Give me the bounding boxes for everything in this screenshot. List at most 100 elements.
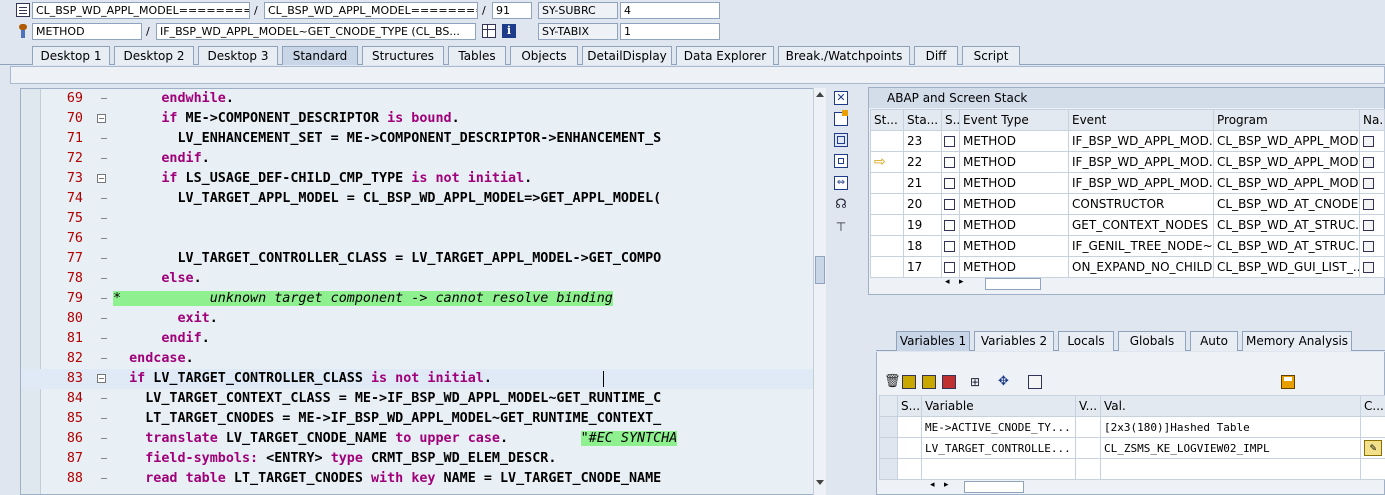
column-header[interactable]: [879, 395, 898, 417]
maximize-icon[interactable]: [834, 154, 848, 168]
variable-name[interactable]: ME->ACTIVE_CNODE_TY...: [921, 416, 1076, 438]
tab-variables-1[interactable]: Variables 1: [896, 331, 970, 351]
code-line[interactable]: 70 − if ME->COMPONENT_DESCRIPTOR is bound…: [21, 109, 825, 129]
hscroll-thumb[interactable]: [964, 481, 1024, 493]
column-header[interactable]: Variable: [921, 395, 1076, 417]
code-line[interactable]: 75: [21, 209, 825, 229]
column-header[interactable]: S...: [897, 395, 922, 417]
scroll-right-icon[interactable]: ▸: [959, 277, 964, 287]
event-field[interactable]: IF_BSP_WD_APPL_MODEL~GET_CNODE_TYPE (CL_…: [156, 23, 476, 40]
save-icon[interactable]: [1281, 375, 1295, 389]
code-line[interactable]: 84 LV_TARGET_CONTEXT_CLASS = ME->IF_BSP_…: [21, 389, 825, 409]
code-line[interactable]: 85 LT_TARGET_CNODES = ME->IF_BSP_WD_APPL…: [21, 409, 825, 429]
code-line[interactable]: 87 field-symbols: <ENTRY> type CRMT_BSP_…: [21, 449, 825, 469]
stack-row[interactable]: 20 METHOD CONSTRUCTOR CL_BSP_WD_AT_CNODE...: [870, 193, 1385, 215]
code-line[interactable]: 79 * unknown target component -> cannot r…: [21, 289, 825, 309]
navigate-icon[interactable]: [1359, 235, 1385, 257]
column-header[interactable]: Sta...: [903, 109, 942, 131]
tab-structures[interactable]: Structures: [362, 46, 444, 65]
save-vars-icon[interactable]: [942, 375, 956, 389]
hierarchy-vars-icon[interactable]: ⊞: [970, 375, 984, 389]
variable-row[interactable]: [879, 458, 1385, 480]
tab-variables-2[interactable]: Variables 2: [974, 331, 1054, 351]
change-cell[interactable]: ✎: [1360, 437, 1385, 459]
scroll-left-icon[interactable]: ◂: [930, 480, 935, 490]
column-header[interactable]: V...: [1075, 395, 1101, 417]
code-line[interactable]: 86 translate LV_TARGET_CNODE_NAME to upp…: [21, 429, 825, 449]
tab-auto[interactable]: Auto: [1190, 331, 1238, 351]
column-header[interactable]: Val.: [1100, 395, 1361, 417]
stack-row[interactable]: ⇨ 22 METHOD IF_BSP_WD_APPL_MOD... CL_BSP_WD_…: [870, 151, 1385, 173]
tab-diff[interactable]: Diff: [914, 46, 958, 65]
fold-toggle-icon[interactable]: −: [97, 374, 106, 383]
fold-toggle-icon[interactable]: −: [97, 174, 106, 183]
tab-detaildisplay[interactable]: DetailDisplay: [582, 46, 672, 65]
tab-tables[interactable]: Tables: [448, 46, 506, 65]
navigate-icon[interactable]: [1359, 151, 1385, 173]
tab-desktop-2[interactable]: Desktop 2: [114, 46, 194, 65]
scroll-down-icon[interactable]: [816, 480, 824, 485]
tab-desktop-3[interactable]: Desktop 3: [198, 46, 278, 65]
code-line[interactable]: 74 LV_TARGET_APPL_MODEL = CL_BSP_WD_APPL…: [21, 189, 825, 209]
include-field[interactable]: CL_BSP_WD_APPL_MODEL==========...: [264, 2, 478, 19]
new-window-icon[interactable]: [834, 110, 848, 126]
variable-row[interactable]: ME->ACTIVE_CNODE_TY... [2x3(180)]Hashed T…: [879, 416, 1385, 438]
column-header[interactable]: Program: [1213, 109, 1360, 131]
column-header[interactable]: Event: [1068, 109, 1214, 131]
code-line[interactable]: 71 LV_ENHANCEMENT_SET = ME->COMPONENT_DE…: [21, 129, 825, 149]
column-header[interactable]: Na..: [1359, 109, 1385, 131]
stack-hscroll[interactable]: ◂ ▸: [941, 277, 1041, 291]
code-line[interactable]: 69 endwhile.: [21, 89, 825, 109]
program-field[interactable]: CL_BSP_WD_APPL_MODEL==========...: [32, 2, 250, 19]
fold-toggle-icon[interactable]: −: [97, 114, 106, 123]
code-line[interactable]: 72 endif.: [21, 149, 825, 169]
navigate-icon[interactable]: [1359, 214, 1385, 236]
column-header[interactable]: C...: [1360, 395, 1385, 417]
source-editor[interactable]: 69 endwhile. 70 − if ME->COMPONENT_DESCRIP…: [20, 88, 826, 495]
tab-script[interactable]: Script: [962, 46, 1020, 65]
tab-data-explorer[interactable]: Data Explorer: [676, 46, 774, 65]
column-header[interactable]: Event Type: [959, 109, 1069, 131]
code-line[interactable]: 81 endif.: [21, 329, 825, 349]
code-line[interactable]: 76: [21, 229, 825, 249]
tab-globals[interactable]: Globals: [1118, 331, 1186, 351]
hscroll-thumb[interactable]: [985, 278, 1041, 290]
variable-row[interactable]: LV_TARGET_CONTROLLE... CL_ZSMS_KE_LOGVIEW…: [879, 437, 1385, 459]
scroll-up-icon[interactable]: [816, 92, 824, 97]
headset-icon[interactable]: ☊: [834, 198, 848, 212]
code-line[interactable]: 80 exit.: [21, 309, 825, 329]
code-line[interactable]: 78 else.: [21, 269, 825, 289]
column-header[interactable]: S..: [941, 109, 960, 131]
line-field[interactable]: 91: [492, 2, 532, 19]
code-line[interactable]: 73 − if LS_USAGE_DEF-CHILD_CMP_TYPE is no…: [21, 169, 825, 189]
layout-icon[interactable]: [834, 133, 848, 147]
scroll-thumb[interactable]: [815, 256, 825, 284]
tab-watchpoints[interactable]: Break./Watchpoints: [778, 46, 910, 65]
scroll-right-icon[interactable]: ▸: [944, 480, 949, 490]
tab-locals[interactable]: Locals: [1058, 331, 1114, 351]
vars-hscroll[interactable]: ◂ ▸: [928, 480, 1028, 494]
editor-scrollbar[interactable]: [813, 88, 826, 495]
variable-name[interactable]: LV_TARGET_CONTROLLE...: [921, 437, 1076, 459]
folder-icon[interactable]: [1028, 375, 1042, 389]
stack-row[interactable]: 17 METHOD ON_EXPAND_NO_CHILD... CL_BSP_WD_G…: [870, 256, 1385, 278]
scroll-left-icon[interactable]: ◂: [945, 277, 950, 287]
import-icon[interactable]: [902, 375, 916, 389]
delete-icon[interactable]: 🗑: [884, 375, 901, 389]
stack-row[interactable]: 18 METHOD IF_GENIL_TREE_NODE~... CL_BSP_WD_…: [870, 235, 1385, 257]
navigate-icon[interactable]: [1359, 130, 1385, 152]
stack-row[interactable]: 21 METHOD IF_BSP_WD_APPL_MOD... CL_BSP_WD_A…: [870, 172, 1385, 194]
navigate-icon[interactable]: [1359, 172, 1385, 194]
change-cell[interactable]: [1360, 416, 1385, 438]
code-line[interactable]: 88 read table LT_TARGET_CNODES with key …: [21, 469, 825, 489]
tab-objects[interactable]: Objects: [510, 46, 578, 65]
variable-name[interactable]: [921, 458, 1076, 480]
change-cell[interactable]: [1360, 458, 1385, 480]
column-header[interactable]: St...: [870, 109, 904, 131]
tab-standard[interactable]: Standard: [282, 46, 358, 65]
code-line[interactable]: 82 endcase.: [21, 349, 825, 369]
swap-icon[interactable]: ⇔: [834, 176, 848, 190]
navigate-icon[interactable]: [1359, 256, 1385, 278]
code-line[interactable]: 83 − if LV_TARGET_CONTROLLER_CLASS is not…: [21, 369, 825, 389]
export-icon[interactable]: [922, 375, 936, 389]
